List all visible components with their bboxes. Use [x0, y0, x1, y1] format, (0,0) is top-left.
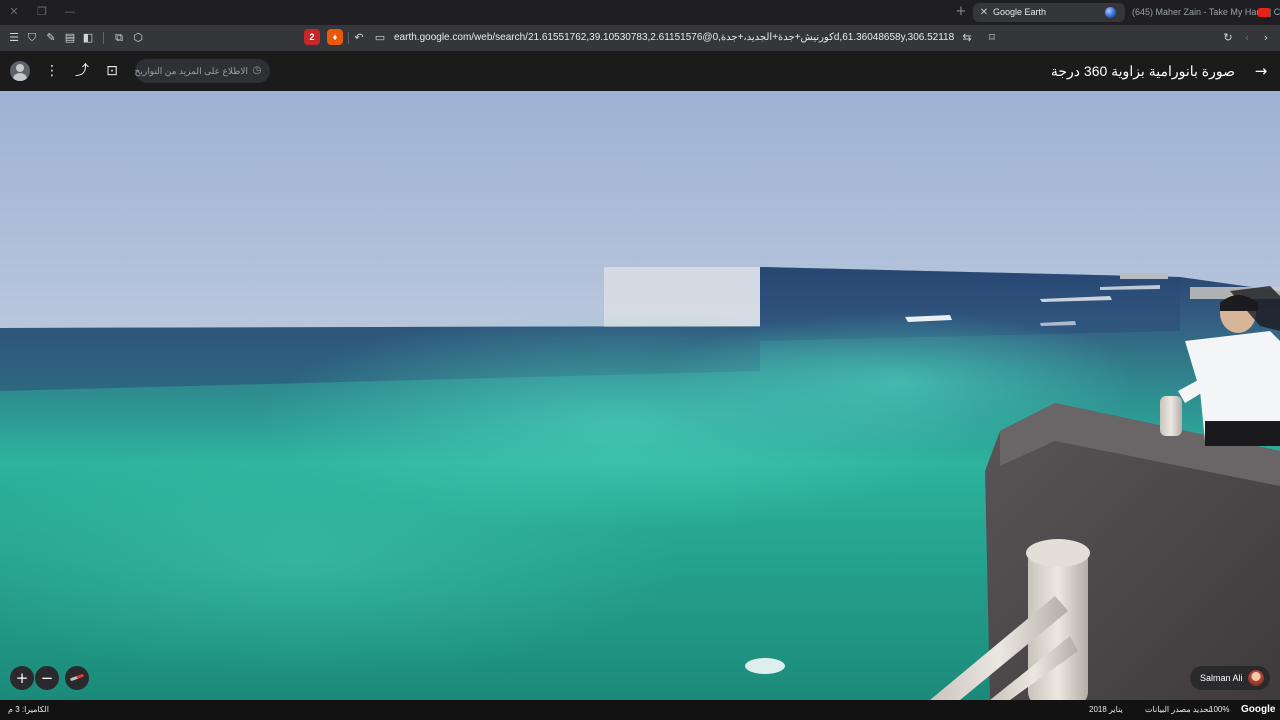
more-dates-button[interactable]: الاطلاع على المزيد من التواريخ ◷ — [135, 59, 270, 83]
compass-button[interactable] — [65, 666, 89, 690]
more-dates-label: الاطلاع على المزيد من التواريخ — [134, 66, 248, 76]
photo-author-chip[interactable]: Salman Ali — [1190, 666, 1270, 690]
forward-nav-icon[interactable]: › — [1258, 30, 1274, 46]
tab-close-icon[interactable]: ✕ — [978, 3, 990, 22]
status-bar: الكاميرا: 3 م يناير 2018 تحديد مصدر البي… — [0, 700, 1280, 720]
imagery-date: يناير 2018 — [1089, 705, 1123, 714]
menu-icon[interactable]: ☰ — [6, 30, 22, 46]
share-icon[interactable]: ⤴ — [73, 62, 91, 80]
window-close-icon[interactable]: ✕ — [5, 4, 23, 20]
history-icon: ◷ — [252, 65, 262, 76]
tab-title: Google Earth — [993, 7, 1047, 17]
avatar — [1248, 670, 1264, 686]
new-tab-icon[interactable]: + — [953, 4, 969, 20]
data-attribution-link[interactable]: تحديد مصدر البيانات — [1145, 700, 1211, 720]
shield-icon[interactable]: ⛉ — [24, 30, 40, 46]
bookmark-icon[interactable]: ⌑ — [984, 30, 1000, 46]
tab-youtube[interactable]: (645) Maher Zain - Take My Hand | C — [1128, 3, 1280, 22]
panorama-header: ⋮ ⤴ ⊡ الاطلاع على المزيد من التواريخ ◷ ص… — [0, 51, 1280, 91]
back-nav-icon[interactable]: ‹ — [1239, 30, 1255, 46]
youtube-icon — [1258, 8, 1270, 17]
tab-list-icon[interactable]: ▤ — [62, 30, 78, 46]
sidebar-icon[interactable]: ◧ — [80, 30, 96, 46]
zoom-in-button[interactable]: + — [10, 666, 34, 690]
page-title: صورة بانورامية بزاوية 360 درجة — [1050, 63, 1235, 79]
zoom-controls: + − — [10, 666, 90, 690]
compass-needle-icon — [69, 673, 85, 682]
google-earth-icon — [1105, 7, 1116, 18]
browser-toolbar: ☰ ⛉ ✎ ▤ ◧ ⧉ ⬡ 2 ♦ ↶ ▭ earth.google.com/w… — [0, 25, 1280, 51]
reload-icon[interactable]: ↻ — [1220, 30, 1236, 46]
window-minimize-icon[interactable]: — — [61, 4, 79, 20]
google-logo: Google — [1241, 704, 1276, 715]
extension-badge-icon[interactable]: 2 — [304, 29, 320, 45]
panorama-viewport[interactable]: + − Salman Ali — [0, 91, 1280, 700]
address-bar-url[interactable]: earth.google.com/web/search/21.61551762,… — [394, 25, 954, 51]
extensions-icon[interactable]: ⬡ — [130, 30, 146, 46]
zoom-level: 100% — [1209, 705, 1230, 714]
browser-tab-strip: ✕ ❐ — + ✕ Google Earth (645) Maher Zain … — [0, 0, 1280, 25]
camera-altitude: الكاميرا: 3 م — [8, 705, 49, 714]
account-icon[interactable] — [10, 61, 30, 81]
arrow-forward-icon[interactable]: → — [1252, 62, 1270, 80]
capture-icon[interactable]: ⊡ — [103, 62, 121, 80]
toolbar-divider — [103, 32, 104, 44]
zoom-out-button[interactable]: − — [35, 666, 59, 690]
toolbar-divider — [348, 32, 349, 44]
tab-google-earth[interactable]: ✕ Google Earth — [973, 3, 1125, 22]
window-restore-icon[interactable]: ❐ — [33, 4, 51, 20]
pin-icon[interactable]: ✎ — [43, 30, 59, 46]
author-name: Salman Ali — [1200, 673, 1243, 683]
screenshot-icon[interactable]: ⧉ — [111, 30, 127, 46]
site-info-icon[interactable]: ▭ — [372, 30, 388, 46]
brave-shield-icon[interactable]: ♦ — [327, 29, 343, 45]
panorama-image — [0, 91, 1280, 700]
reply-icon[interactable]: ↶ — [351, 30, 367, 46]
more-vert-icon[interactable]: ⋮ — [43, 62, 61, 80]
translate-icon[interactable]: ⇆ — [959, 30, 975, 46]
